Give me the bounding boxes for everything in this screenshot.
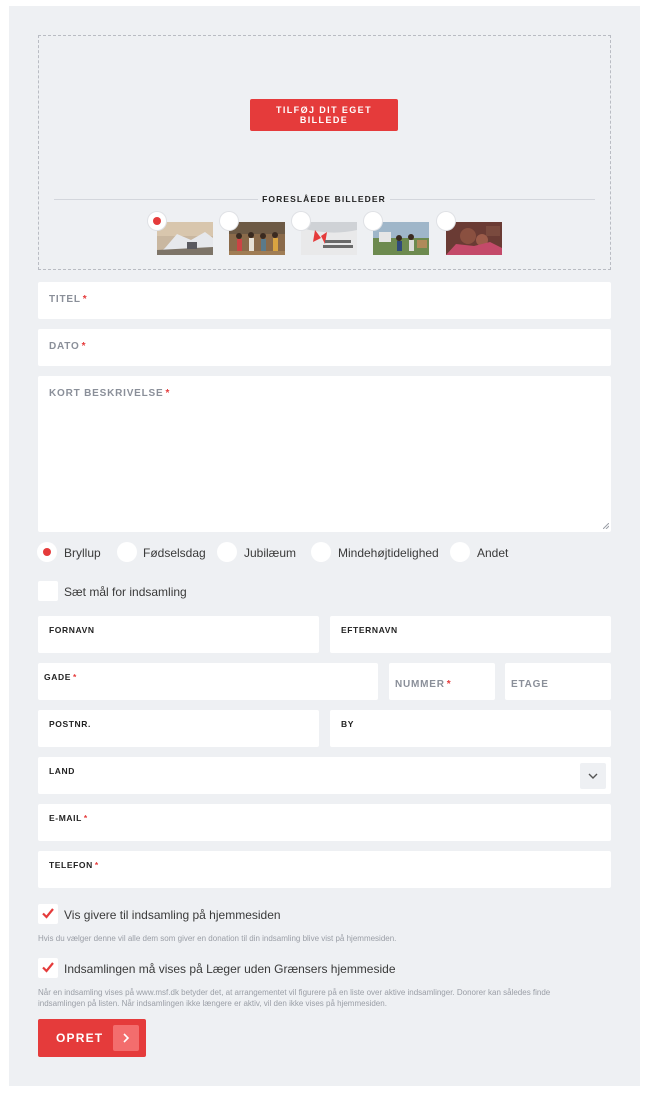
email-input[interactable]: E-MAIL * [38, 804, 611, 841]
firstname-label: FORNAVN [49, 625, 95, 635]
divider-left [54, 199, 258, 200]
suggested-image-radio-2[interactable] [220, 212, 238, 230]
checkmark-icon [42, 908, 54, 919]
required-mark: * [83, 813, 88, 823]
street-input[interactable]: GADE * [38, 663, 378, 700]
email-label: E-MAIL [49, 813, 82, 823]
chevron-down-icon [588, 773, 598, 779]
occasion-label-bryllup: Bryllup [64, 546, 101, 560]
show-donors-checkbox[interactable] [38, 904, 58, 924]
zip-label: POSTNR. [49, 719, 91, 729]
country-select[interactable]: LAND [38, 757, 611, 794]
floor-input[interactable]: ETAGE [505, 663, 611, 700]
description-label: KORT BESKRIVELSE [49, 388, 164, 399]
create-button-label: OPRET [56, 1031, 104, 1045]
show-on-site-help-line-1: Når en indsamling vises på www.msf.dk be… [38, 988, 551, 997]
number-label: NUMMER [395, 679, 445, 690]
phone-input[interactable]: TELEFON * [38, 851, 611, 888]
required-mark: * [72, 672, 77, 682]
suggested-image-radio-3[interactable] [292, 212, 310, 230]
required-mark: * [82, 294, 88, 305]
suggested-image-4[interactable] [373, 222, 429, 255]
zip-input[interactable]: POSTNR. [38, 710, 319, 747]
date-label: DATO [49, 341, 80, 352]
occasion-radio-andet[interactable] [450, 542, 470, 562]
title-input[interactable]: TITEL * [38, 282, 611, 319]
occasion-radio-mindehoejtidelighed[interactable] [311, 542, 331, 562]
country-dropdown-toggle[interactable] [580, 763, 606, 789]
floor-label: ETAGE [511, 679, 549, 690]
create-button[interactable]: OPRET [38, 1019, 146, 1057]
suggested-image-5[interactable] [446, 222, 502, 255]
required-mark: * [81, 341, 87, 352]
firstname-input[interactable]: FORNAVN [38, 616, 319, 653]
suggested-image-1[interactable] [157, 222, 213, 255]
occasion-label-jubilaeum: Jubilæum [244, 546, 297, 560]
city-input[interactable]: BY [330, 710, 611, 747]
divider-right [390, 199, 595, 200]
suggested-image-3[interactable] [301, 222, 357, 255]
required-mark: * [165, 388, 171, 399]
show-donors-help: Hvis du vælger denne vil alle dem som gi… [38, 934, 397, 943]
number-input[interactable]: NUMMER * [389, 663, 495, 700]
occasion-radio-foedselsdag[interactable] [117, 542, 137, 562]
street-label: GADE [44, 672, 71, 682]
occasion-label-foedselsdag: Fødselsdag [143, 546, 206, 560]
description-textarea[interactable]: KORT BESKRIVELSE * [38, 376, 611, 532]
date-input[interactable]: DATO * [38, 329, 611, 366]
goal-label: Sæt mål for indsamling [64, 585, 187, 599]
suggested-image-radio-4[interactable] [364, 212, 382, 230]
upload-own-image-button[interactable]: TILFØJ DIT EGET BILLEDE [250, 99, 398, 131]
suggested-image-2[interactable] [229, 222, 285, 255]
occasion-label-mindehoejtidelighed: Mindehøjtidelighed [338, 546, 439, 560]
show-on-site-label: Indsamlingen må vises på Læger uden Græn… [64, 962, 396, 976]
show-on-site-checkbox[interactable] [38, 958, 58, 978]
occasion-radio-bryllup[interactable] [37, 542, 57, 562]
occasion-label-andet: Andet [477, 546, 509, 560]
goal-checkbox[interactable] [38, 581, 58, 601]
suggested-images-title: FORESLÅEDE BILLEDER [262, 194, 386, 204]
phone-label: TELEFON [49, 860, 93, 870]
show-on-site-help-line-2: indsamlingen på listen. Når indsamlingen… [38, 999, 387, 1008]
suggested-image-radio-5[interactable] [437, 212, 455, 230]
lastname-input[interactable]: EFTERNAVN [330, 616, 611, 653]
city-label: BY [341, 719, 355, 729]
occasion-radio-jubilaeum[interactable] [217, 542, 237, 562]
suggested-image-radio-1[interactable] [148, 212, 166, 230]
show-donors-label: Vis givere til indsamling på hjemmesiden [64, 908, 281, 922]
resize-handle-icon[interactable] [603, 523, 609, 529]
country-label: LAND [49, 766, 76, 776]
lastname-label: EFTERNAVN [341, 625, 398, 635]
required-mark: * [446, 679, 452, 690]
arrow-right-icon [113, 1025, 139, 1051]
title-label: TITEL [49, 294, 81, 305]
checkmark-icon [42, 962, 54, 973]
required-mark: * [94, 860, 99, 870]
